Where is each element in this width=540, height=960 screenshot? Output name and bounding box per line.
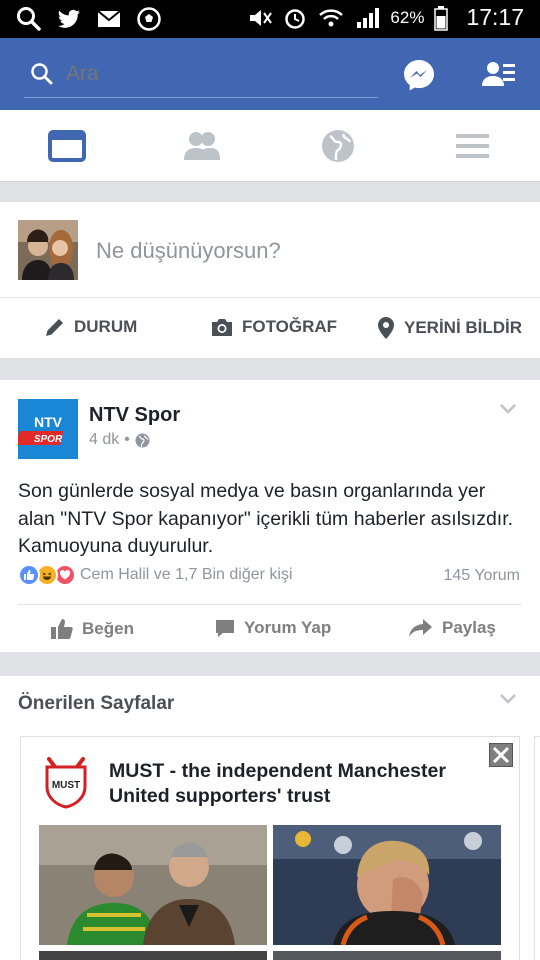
composer-prompt[interactable]: Ne düşünüyorsun? — [96, 238, 281, 264]
ball-icon — [137, 7, 161, 31]
share-label: Paylaş — [442, 618, 496, 637]
page-photo-2[interactable] — [273, 825, 501, 945]
twitter-icon — [58, 9, 80, 28]
suggested-title: Önerilen Sayfalar — [18, 693, 175, 714]
must-logo-text: MUST — [52, 780, 80, 791]
suggested-pages: Önerilen Sayfalar MUST MUST - the indepe… — [0, 676, 540, 960]
thumbs-up-icon — [51, 619, 73, 639]
app-header — [0, 38, 540, 110]
card-title[interactable]: MUST - the independent Manchester United… — [109, 759, 489, 809]
close-icon — [492, 746, 510, 764]
next-suggested-card[interactable] — [534, 736, 540, 960]
like-button[interactable]: Beğen — [50, 617, 134, 641]
checkin-button[interactable]: YERİNİ BİLDİR — [376, 316, 522, 340]
like-reaction-icon — [18, 564, 40, 586]
chevron-down-icon[interactable] — [498, 402, 518, 416]
comments-count[interactable]: 145 Yorum — [443, 567, 520, 585]
composer-actions: DURUM FOTOĞRAF YERİNİ BİLDİR — [0, 298, 540, 358]
location-pin-icon — [378, 317, 394, 339]
status-label: DURUM — [74, 317, 138, 336]
avatar[interactable] — [18, 220, 78, 280]
tab-bar — [0, 110, 540, 182]
post-time[interactable]: 4 dk — [89, 431, 119, 449]
comment-label: Yorum Yap — [244, 618, 332, 637]
composer: Ne düşünüyorsun? DURUM FOTOĞRAF YERİNİ B… — [0, 202, 540, 358]
post-actions: Beğen Yorum Yap Paylaş — [0, 605, 540, 652]
search-bar[interactable] — [24, 52, 378, 98]
logo-top-text: NTV — [34, 414, 63, 430]
battery-percent: 62% — [390, 7, 425, 27]
signal-icon — [357, 7, 380, 28]
tab-friends[interactable] — [182, 128, 222, 164]
tab-notifications-globe[interactable] — [318, 128, 358, 164]
status-bar: 62% 17:17 — [0, 0, 540, 38]
friend-requests-icon[interactable] — [482, 60, 516, 90]
comment-button[interactable]: Yorum Yap — [214, 617, 331, 639]
share-icon — [409, 619, 432, 637]
like-label: Beğen — [82, 619, 134, 638]
comment-icon — [216, 620, 234, 637]
page-photo-1[interactable] — [39, 825, 267, 945]
composer-input-row[interactable]: Ne düşünüyorsun? — [0, 202, 540, 298]
search-icon — [31, 63, 53, 85]
photo-label: FOTOĞRAF — [242, 317, 338, 336]
reactions-text: Cem Halil ve 1,7 Bin diğer kişi — [80, 566, 293, 583]
clock: 17:17 — [466, 4, 524, 30]
reactions-summary[interactable]: Cem Halil ve 1,7 Bin diğer kişi — [18, 564, 293, 586]
pencil-icon — [46, 319, 63, 336]
search-input[interactable] — [66, 62, 366, 86]
page-photo-4[interactable] — [273, 951, 501, 960]
mail-icon — [97, 10, 121, 27]
must-logo[interactable]: MUST — [43, 755, 89, 809]
page-photo-3[interactable] — [39, 951, 267, 960]
battery-icon — [434, 5, 449, 31]
logo-bottom-text: SPOR — [34, 434, 63, 445]
globe-icon — [135, 433, 150, 447]
camera-icon — [212, 319, 232, 336]
mute-icon — [250, 9, 273, 26]
messenger-icon[interactable] — [402, 58, 436, 92]
wifi-icon — [319, 8, 344, 26]
share-button[interactable]: Paylaş — [408, 617, 496, 639]
dismiss-button[interactable] — [489, 743, 513, 767]
post-meta: 4 dk • — [89, 431, 150, 449]
suggested-page-card[interactable]: MUST MUST - the independent Manchester U… — [20, 736, 520, 960]
page-name[interactable]: NTV Spor — [89, 404, 180, 427]
meta-separator: • — [124, 431, 130, 448]
ntv-spor-logo[interactable]: NTV SPOR — [16, 399, 78, 459]
photo-button[interactable]: FOTOĞRAF — [210, 316, 337, 338]
checkin-label: YERİNİ BİLDİR — [404, 318, 523, 337]
search-icon — [17, 7, 41, 31]
alarm-icon — [285, 8, 306, 29]
chevron-down-icon[interactable] — [498, 692, 518, 706]
status-button[interactable]: DURUM — [44, 316, 137, 338]
tab-news-feed[interactable] — [48, 128, 88, 164]
tab-menu[interactable] — [454, 128, 494, 164]
post-text: Son günlerde sosyal medya ve basın organ… — [18, 480, 514, 557]
feed-post: NTV SPOR NTV Spor 4 dk • Son günlerde so… — [0, 380, 540, 652]
